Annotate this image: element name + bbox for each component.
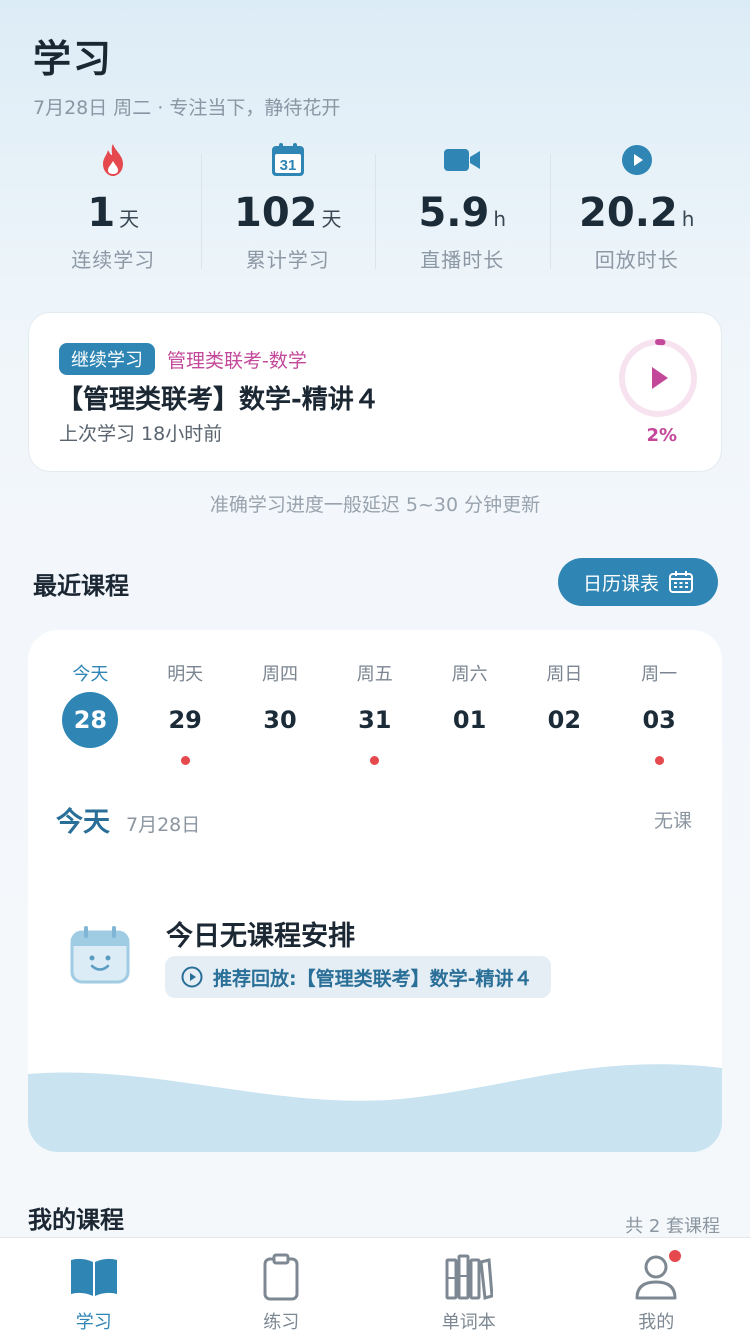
course-title: 【管理类联考】数学-精讲４ [57, 385, 380, 415]
stat-value: 20.2 [579, 190, 678, 236]
date-motto: 7月28日 周二 · 专注当下，静待花开 [33, 97, 341, 119]
course-subject: 管理类联考-数学 [167, 349, 307, 372]
last-study-time: 上次学习 18小时前 [59, 423, 223, 445]
recent-courses-title: 最近课程 [33, 572, 129, 600]
decorative-wave [28, 1064, 722, 1152]
calendar-schedule-button[interactable]: 日历课表 [558, 558, 718, 606]
stat-value: 1 [87, 190, 116, 236]
continue-badge: 继续学习 [59, 343, 155, 375]
play-icon [652, 367, 668, 389]
stats-row: 1 天 连续学习 31 102 天 累计学习 5.9 h 直播时长 20.2 h [26, 140, 724, 275]
class-indicator-dot [654, 756, 664, 765]
stat-streak: 1 天 连续学习 [26, 140, 201, 275]
tab-practice[interactable]: 练习 [188, 1238, 376, 1334]
class-indicator-dot [465, 756, 474, 765]
tab-study[interactable]: 学习 [0, 1238, 188, 1334]
progress-percent: 2% [646, 425, 677, 446]
class-indicator-dot [180, 756, 190, 765]
calendar-icon [669, 571, 693, 593]
calendar-button-label: 日历课表 [582, 572, 659, 595]
tab-me[interactable]: 我的 [563, 1238, 750, 1334]
stat-label: 累计学习 [245, 248, 330, 272]
continue-learning-card[interactable]: 继续学习 管理类联考-数学 【管理类联考】数学-精讲４ 上次学习 18小时前 2… [28, 312, 722, 472]
tab-label: 练习 [263, 1312, 300, 1333]
no-class-status: 无课 [653, 810, 692, 832]
stat-unit: 天 [119, 207, 140, 231]
recommend-replay-label: 推荐回放:【管理类联考】数学-精讲４ [213, 967, 533, 990]
day-number: 02 [547, 706, 582, 734]
tab-vocabulary[interactable]: 单词本 [375, 1238, 563, 1334]
day-item[interactable]: 周五 31 [327, 660, 422, 765]
day-item[interactable]: 周四 30 [233, 660, 328, 765]
play-circle-icon [181, 966, 203, 988]
stat-total-days: 31 102 天 累计学习 [200, 140, 376, 275]
day-name: 周六 [451, 664, 488, 685]
day-name: 明天 [167, 664, 204, 685]
stat-label: 连续学习 [71, 248, 156, 272]
stat-label: 回放时长 [594, 248, 679, 272]
stat-value: 102 [234, 190, 318, 236]
class-indicator-dot [370, 756, 380, 765]
day-number: 31 [358, 706, 392, 734]
flame-icon [26, 140, 201, 180]
class-indicator-dot [275, 756, 284, 765]
day-item[interactable]: 周日 02 [517, 660, 612, 765]
notification-badge [666, 1248, 683, 1264]
stat-label: 直播时长 [420, 248, 505, 272]
day-name: 周一 [641, 664, 678, 685]
calendar-31-icon: 31 [201, 140, 376, 180]
day-name: 周四 [261, 664, 298, 685]
day-number: 01 [452, 706, 487, 734]
bookshelf-icon [445, 1252, 493, 1302]
stat-unit: h [681, 207, 695, 231]
class-indicator-dot [560, 756, 569, 765]
stat-unit: 天 [321, 207, 342, 231]
open-book-icon [69, 1252, 119, 1302]
no-schedule-title: 今日无课程安排 [166, 921, 355, 952]
day-item[interactable]: 周一 03 [612, 660, 707, 765]
video-camera-icon [375, 140, 550, 180]
class-indicator-dot [86, 756, 95, 765]
day-number: 28 [62, 692, 119, 748]
stat-live-hours: 5.9 h 直播时长 [375, 140, 550, 275]
tab-label: 学习 [75, 1312, 112, 1333]
recommend-replay-button[interactable]: 推荐回放:【管理类联考】数学-精讲４ [165, 956, 551, 998]
schedule-card: 今天 28 明天 29 周四 30 周五 31 周六 01 周日 02 周一 03 今天 7月28日 无课… [28, 630, 722, 1152]
day-number: 03 [642, 706, 676, 734]
tab-label: 我的 [638, 1312, 675, 1333]
progress-delay-note: 准确学习进度一般延迟 5~30 分钟更新 [209, 494, 541, 516]
day-item[interactable]: 明天 29 [138, 660, 233, 765]
today-label: 今天 [56, 807, 110, 838]
day-number: 30 [263, 706, 297, 734]
bottom-tab-bar: 学习 练习 单词本 我的 [0, 1237, 750, 1334]
progress-ring-play-button[interactable] [617, 337, 699, 419]
play-circle-icon [550, 140, 725, 180]
clipboard-icon [263, 1252, 299, 1302]
day-name: 周日 [546, 664, 583, 685]
stat-value: 5.9 [418, 190, 490, 236]
header: 学习 7月28日 周二 · 专注当下，静待花开 [33, 28, 340, 120]
day-name: 周五 [356, 664, 393, 685]
smiling-calendar-icon [70, 926, 130, 984]
my-courses-title: 我的课程 [28, 1206, 124, 1234]
day-item[interactable]: 周六 01 [422, 660, 517, 765]
week-day-picker: 今天 28 明天 29 周四 30 周五 31 周六 01 周日 02 周一 03 [43, 660, 707, 765]
course-count: 共 2 套课程 [625, 1216, 720, 1237]
page-title: 学习 [33, 37, 114, 81]
day-name: 今天 [72, 664, 109, 685]
stat-replay-hours: 20.2 h 回放时长 [549, 140, 725, 275]
tab-label: 单词本 [441, 1312, 496, 1333]
day-number: 29 [168, 706, 202, 734]
day-item[interactable]: 今天 28 [43, 660, 138, 765]
calendar-icon-number: 31 [279, 157, 296, 174]
today-date: 7月28日 [126, 814, 201, 836]
stat-unit: h [493, 207, 507, 231]
